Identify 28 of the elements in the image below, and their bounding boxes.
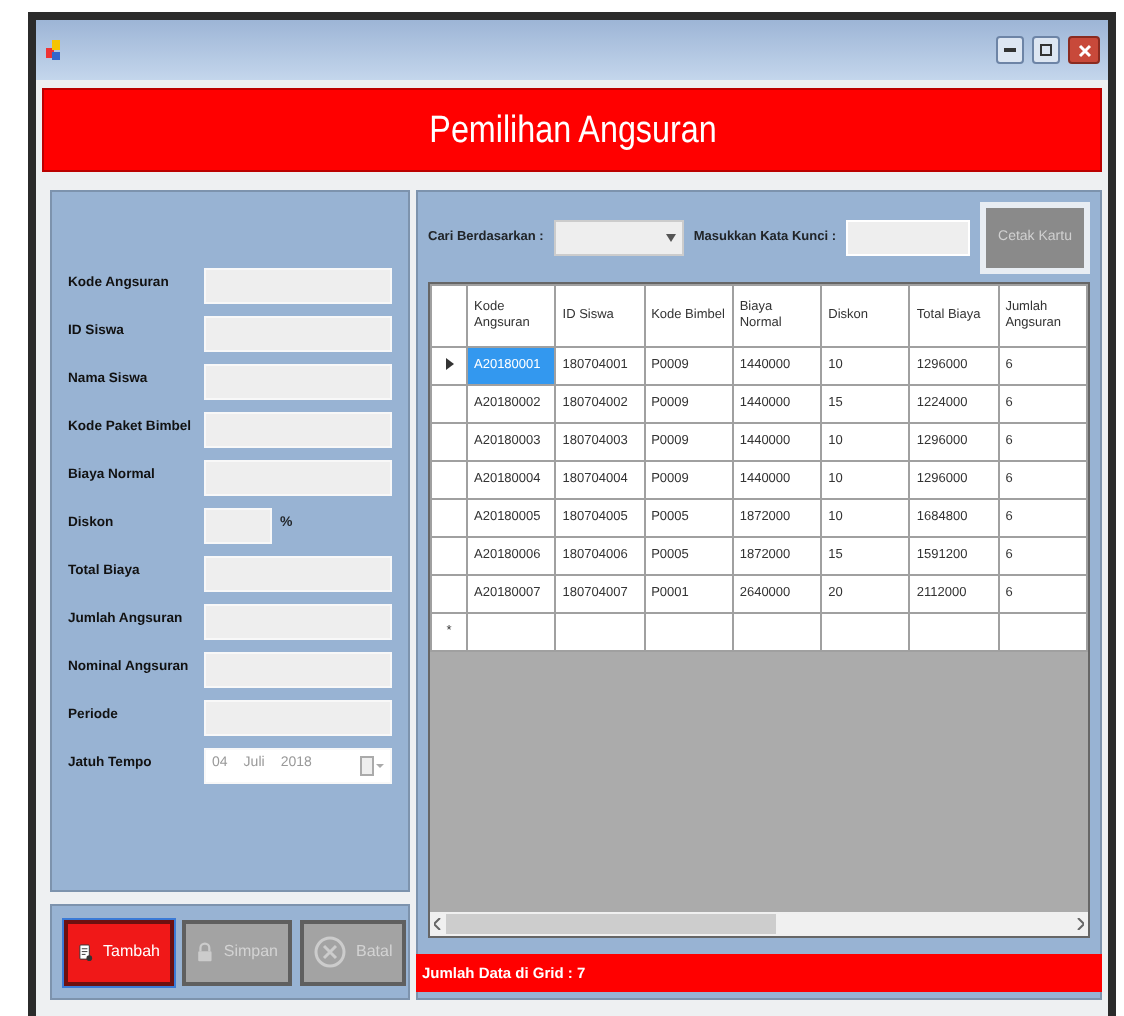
input-field[interactable] [204,267,392,303]
current-row-icon [445,358,453,371]
minimize-button[interactable] [996,36,1024,64]
minimize-icon [1004,48,1016,52]
maximize-icon [1040,44,1052,56]
close-icon [1077,43,1091,57]
input-field[interactable] [204,459,392,495]
keyword-field[interactable] [846,220,970,256]
scroll-left-icon[interactable] [434,918,442,930]
input-field[interactable] [204,699,392,735]
input-field[interactable] [204,603,392,639]
input-field[interactable] [204,411,392,447]
search-by-dropdown[interactable] [553,220,684,256]
calendar-icon[interactable] [360,755,384,775]
input-field[interactable] [204,555,392,591]
scroll-right-icon[interactable] [1076,918,1084,930]
horizontal-scrollbar[interactable] [430,912,1088,936]
input-field[interactable] [204,363,392,399]
input-field[interactable] [204,651,392,687]
form-header: Pemilihan Angsuran [42,88,1102,172]
add-button[interactable]: Tambah [64,919,174,985]
input-field[interactable] [204,507,272,543]
close-button[interactable] [1068,36,1100,64]
caret-icon [665,234,676,242]
maximize-button[interactable] [1032,36,1060,64]
cancel-icon [314,933,346,971]
app-icon [44,38,64,62]
input-field[interactable] [204,315,392,351]
